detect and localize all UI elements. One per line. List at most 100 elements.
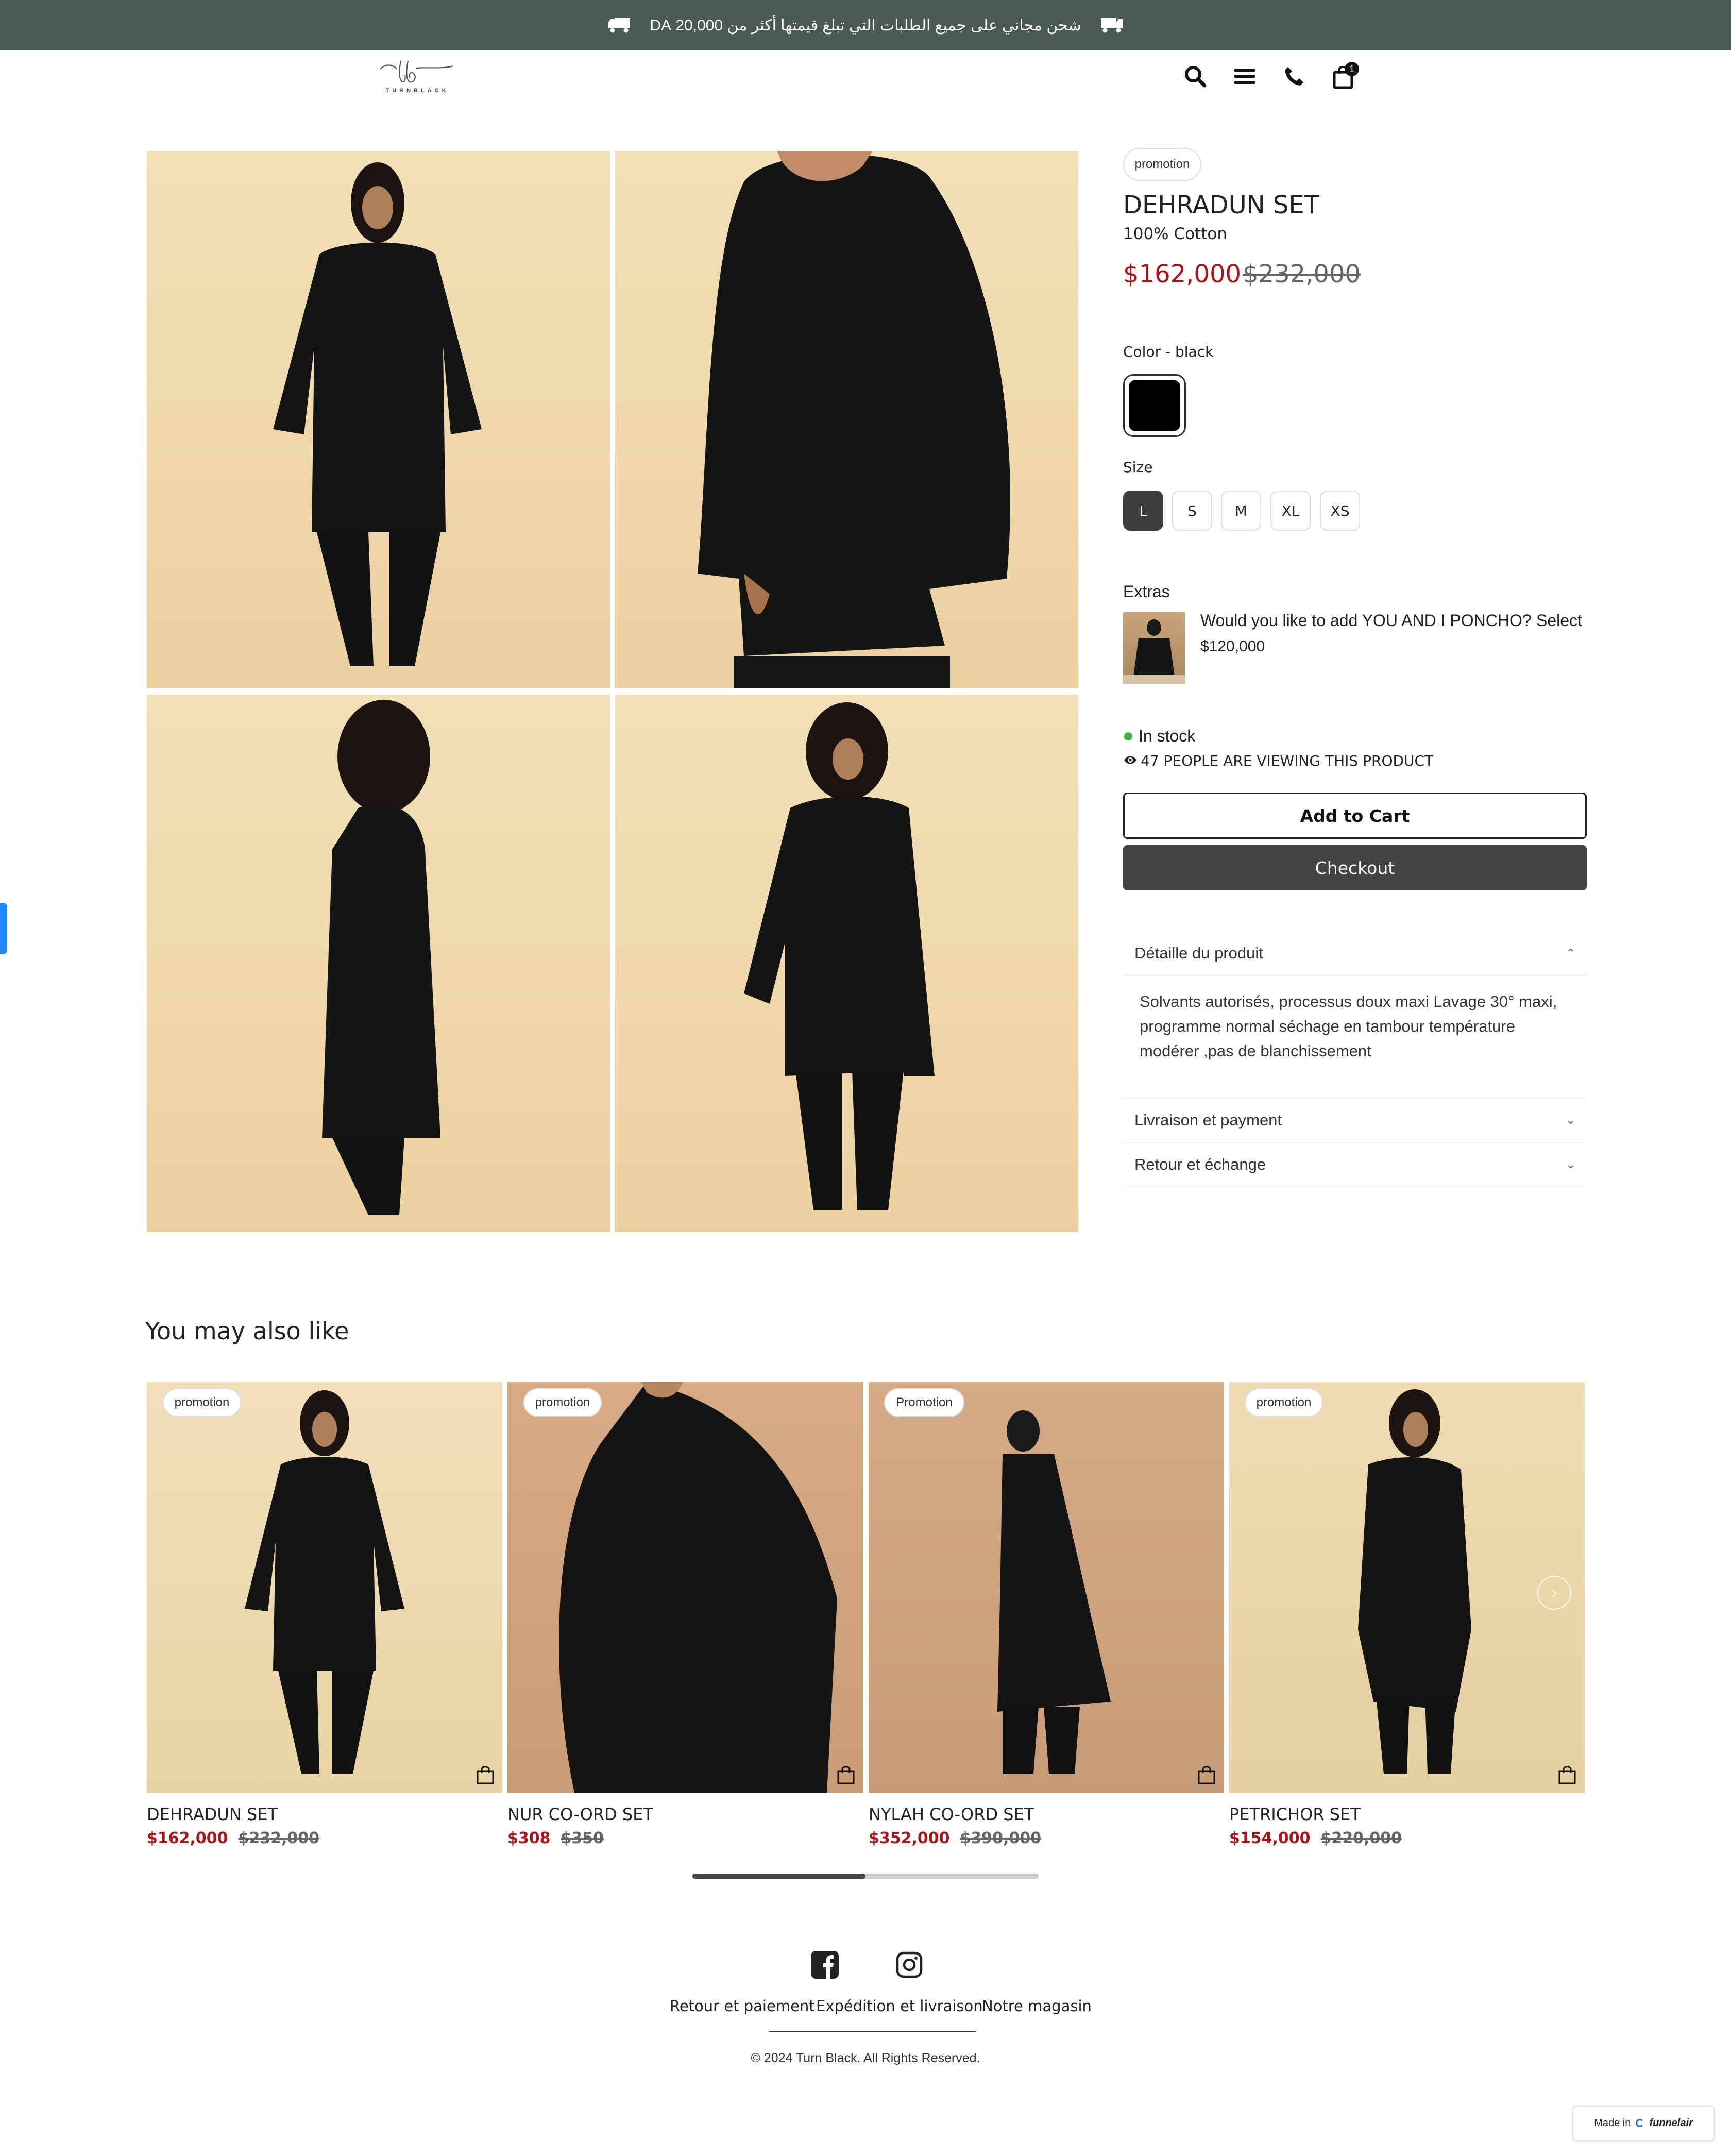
related-card-title[interactable]: NYLAH CO-ORD SET — [869, 1805, 1034, 1824]
product-photo-pose — [744, 702, 935, 1210]
related-card-title[interactable]: DEHRADUN SET — [147, 1805, 278, 1824]
product-image-4[interactable] — [615, 695, 1078, 1232]
made-in-badge[interactable]: Made in funnelair — [1572, 2106, 1715, 2141]
size-label: Size — [1123, 459, 1153, 476]
footer-link-returns[interactable]: Retour et paiement — [670, 1997, 815, 2015]
product-photo — [997, 1410, 1111, 1774]
product-image-1[interactable] — [147, 151, 610, 688]
product-compare-price: $232,000 — [1243, 260, 1361, 289]
announcement-text: شحن مجاني على جميع الطلبات التي تبلغ قيم… — [650, 16, 1081, 34]
promotion-badge: promotion — [1123, 148, 1201, 181]
related-card-prices: $162,000 $232,000 — [147, 1829, 319, 1847]
related-card-prices: $154,000 $220,000 — [1229, 1829, 1402, 1847]
announcement-bar: شحن مجاني على جميع الطلبات التي تبلغ قيم… — [0, 0, 1731, 50]
related-card-image-2[interactable] — [507, 1382, 863, 1793]
accordion-title: Livraison et payment — [1134, 1111, 1282, 1129]
store-logo[interactable]: TURNBLACK — [376, 58, 459, 98]
accordion-title: Détaille du produit — [1134, 944, 1263, 962]
side-feedback-tab[interactable] — [0, 903, 7, 954]
carousel-scrollbar-thumb[interactable] — [692, 1874, 865, 1879]
in-stock-dot — [1124, 732, 1132, 740]
promotion-badge: Promotion — [884, 1388, 964, 1417]
quick-add-bag-icon[interactable] — [1196, 1764, 1217, 1785]
cart-count-badge: 1 — [1345, 62, 1359, 76]
product-photo-front — [273, 162, 482, 666]
stock-status: In stock — [1139, 727, 1196, 745]
add-to-cart-button[interactable]: Add to Cart — [1123, 793, 1587, 839]
eye-icon — [1124, 756, 1136, 764]
color-swatch-black[interactable] — [1123, 374, 1186, 437]
copyright: © 2024 Turn Black. All Rights Reserved. — [751, 2051, 980, 2065]
promotion-badge: promotion — [163, 1388, 241, 1417]
carousel-scrollbar[interactable] — [692, 1874, 1039, 1879]
promotion-badge: promotion — [523, 1388, 602, 1417]
footer-divider — [769, 2031, 976, 2032]
sale-price: $352,000 — [869, 1829, 950, 1847]
related-card-image-1[interactable] — [147, 1382, 502, 1793]
extras-label: Extras — [1123, 582, 1170, 601]
product-price: $162,000 — [1123, 260, 1242, 289]
related-card-title[interactable]: PETRICHOR SET — [1229, 1805, 1361, 1824]
product-photo — [559, 1382, 837, 1793]
compare-price: $350 — [561, 1829, 604, 1847]
logo-wordmark: TURNBLACK — [385, 88, 449, 94]
extra-price: $120,000 — [1200, 638, 1265, 655]
footer-link-shipping[interactable]: Expédition et livraison — [816, 1997, 983, 2015]
related-card-title[interactable]: NUR CO-ORD SET — [507, 1805, 653, 1824]
viewers-count: 47 PEOPLE ARE VIEWING THIS PRODUCT — [1141, 752, 1434, 769]
product-subtitle: 100% Cotton — [1123, 225, 1228, 243]
related-card-image-3[interactable] — [869, 1382, 1224, 1793]
size-option-m[interactable]: M — [1221, 491, 1261, 531]
swatch-fill — [1129, 380, 1180, 431]
product-image-3[interactable] — [147, 695, 610, 1232]
product-photo-closeup — [698, 151, 1010, 688]
made-in-text: Made in — [1594, 2117, 1631, 2129]
product-photo-side — [322, 700, 440, 1215]
extra-question: Would you like to add YOU AND I PONCHO? — [1200, 611, 1532, 630]
product-image-2[interactable] — [615, 151, 1078, 688]
search-icon[interactable] — [1183, 64, 1208, 89]
chevron-down-icon: ⌄ — [1566, 1158, 1575, 1171]
size-option-l[interactable]: L — [1123, 491, 1163, 531]
menu-icon[interactable] — [1232, 64, 1257, 89]
extra-select-link[interactable]: Select — [1536, 611, 1582, 630]
sale-price: $162,000 — [147, 1829, 228, 1847]
chevron-up-icon: ⌃ — [1566, 947, 1575, 959]
accordion-title: Retour et échange — [1134, 1155, 1266, 1173]
promotion-badge: promotion — [1245, 1388, 1323, 1417]
size-option-xl[interactable]: XL — [1270, 491, 1311, 531]
poncho-photo — [1123, 619, 1185, 684]
facebook-icon[interactable] — [810, 1950, 840, 1980]
phone-icon[interactable] — [1282, 64, 1306, 89]
related-card-image-4[interactable] — [1229, 1382, 1585, 1793]
related-card-prices: $352,000 $390,000 — [869, 1829, 1041, 1847]
compare-price: $220,000 — [1320, 1829, 1402, 1847]
truck-icon — [1100, 18, 1123, 33]
truck-icon — [608, 18, 631, 33]
size-option-s[interactable]: S — [1172, 491, 1212, 531]
accordion-returns[interactable]: Retour et échange ⌄ — [1123, 1143, 1587, 1187]
quick-add-bag-icon[interactable] — [1557, 1764, 1577, 1785]
quick-add-bag-icon[interactable] — [475, 1764, 496, 1785]
chevron-down-icon: ⌄ — [1566, 1114, 1575, 1126]
sale-price: $308 — [507, 1829, 551, 1847]
compare-price: $232,000 — [238, 1829, 320, 1847]
compare-price: $390,000 — [960, 1829, 1042, 1847]
funnelair-logo-icon — [1636, 2119, 1644, 2127]
color-label: Color - black — [1123, 343, 1214, 360]
accordion-product-details[interactable]: Détaille du produit ⌃ — [1123, 932, 1587, 976]
product-photo — [245, 1390, 404, 1774]
accordion-shipping[interactable]: Livraison et payment ⌄ — [1123, 1099, 1587, 1143]
related-heading: You may also like — [145, 1317, 349, 1345]
checkout-button[interactable]: Checkout — [1123, 845, 1587, 890]
carousel-next-arrow[interactable]: › — [1537, 1576, 1571, 1610]
footer-link-store[interactable]: Notre magasin — [982, 1997, 1092, 2015]
instagram-icon[interactable] — [894, 1950, 924, 1980]
related-card-prices: $308 $350 — [507, 1829, 604, 1847]
sale-price: $154,000 — [1229, 1829, 1311, 1847]
product-details-text: Solvants autorisés, processus doux maxi … — [1140, 992, 1557, 1060]
cart-button[interactable]: 1 — [1331, 62, 1360, 91]
size-option-xs[interactable]: XS — [1320, 491, 1360, 531]
quick-add-bag-icon[interactable] — [836, 1764, 856, 1785]
product-photo — [1358, 1389, 1471, 1774]
